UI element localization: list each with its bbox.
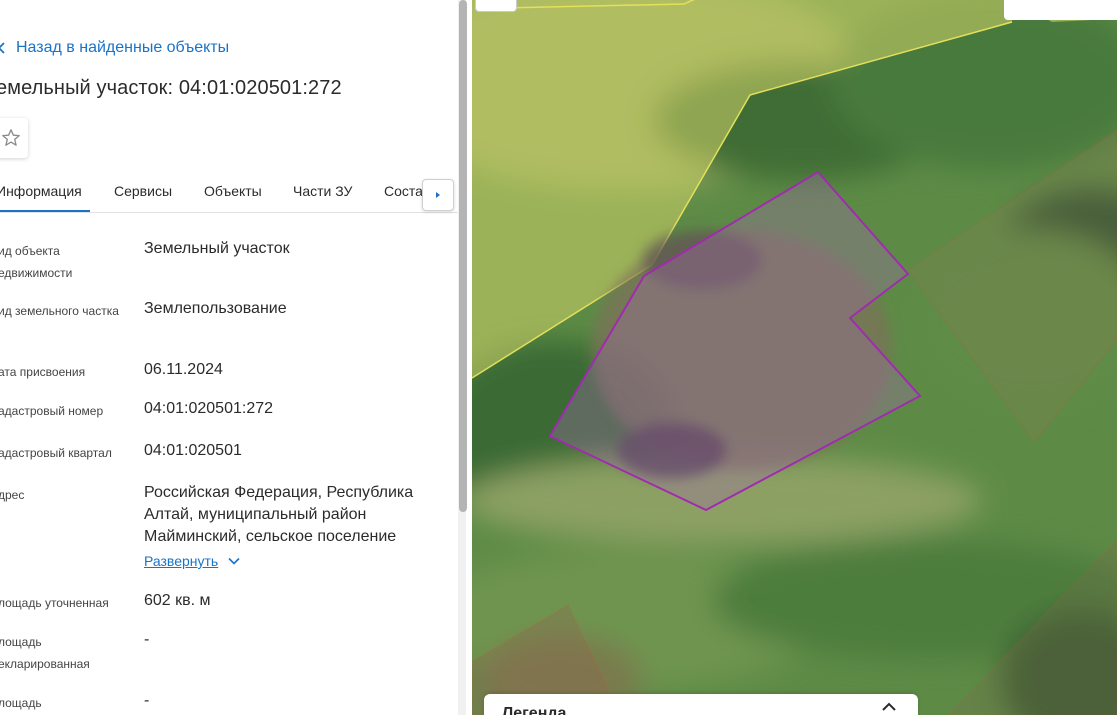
map-search-control[interactable] [1004, 0, 1117, 20]
expand-link-label: Развернуть [144, 553, 219, 569]
add-to-favorites-button[interactable] [0, 118, 28, 158]
tab-land-parts[interactable]: Части ЗУ [293, 183, 352, 199]
field-value-cadastral-number: 04:01:020501:272 [144, 400, 274, 417]
field-label-object-type: ид объекта едвижимости [0, 244, 73, 280]
field-value-address: Российская Федерация, Республика Алтай, … [144, 484, 414, 545]
field-value-area: - [144, 692, 150, 709]
satellite-imagery [472, 0, 1117, 715]
field-label-area: лощадь [0, 696, 42, 710]
field-value-assign-date: 06.11.2024 [144, 361, 223, 378]
field-value-land-type: Землепользование [144, 300, 287, 317]
field-label-land-type: ид земельного частка [0, 304, 119, 318]
back-to-results-link[interactable]: Назад в найденные объекты [0, 37, 229, 59]
field-label-cadastral-quarter: адастровый квартал [0, 446, 112, 460]
map-control-button[interactable] [475, 0, 517, 12]
field-value-area-declared: - [144, 631, 150, 648]
expand-address-link[interactable]: Развернуть [144, 553, 240, 569]
star-icon [2, 129, 20, 146]
tab-composition[interactable]: Соста [384, 183, 423, 199]
tab-bar: Информация Сервисы Объекты Части ЗУ Сост… [0, 172, 458, 213]
object-info-panel: Назад в найденные объекты емельный участ… [0, 0, 472, 715]
panel-scrollbar-thumb[interactable] [459, 0, 467, 512]
map-view[interactable]: Легенда [472, 0, 1117, 715]
field-value-cadastral-quarter: 04:01:020501 [144, 442, 242, 459]
field-value-object-type: Земельный участок [144, 240, 290, 257]
back-link-label: Назад в найденные объекты [16, 39, 230, 56]
active-tab-indicator [0, 210, 90, 212]
tabs-scroll-right-button[interactable] [422, 179, 454, 211]
tab-objects[interactable]: Объекты [204, 183, 262, 199]
chevron-down-icon [228, 557, 240, 565]
tab-services[interactable]: Сервисы [114, 183, 172, 199]
legend-title: Легенда [502, 705, 567, 715]
field-label-area-refined: лощадь уточненная [0, 596, 109, 610]
page-title: емельный участок: 04:01:020501:272 [0, 77, 342, 99]
field-label-assign-date: ата присвоения [0, 365, 86, 379]
field-label-address: дрес [0, 488, 25, 502]
chevron-left-icon [0, 42, 5, 54]
map-legend-panel[interactable]: Легенда [484, 694, 918, 715]
caret-right-icon [436, 192, 440, 198]
tab-information[interactable]: Информация [0, 183, 82, 199]
chevron-up-icon[interactable] [880, 700, 898, 714]
field-value-area-refined: 602 кв. м [144, 592, 211, 609]
field-label-area-declared: лощадь екларированная [0, 635, 90, 671]
field-label-cadastral-number: адастровый номер [0, 404, 104, 418]
